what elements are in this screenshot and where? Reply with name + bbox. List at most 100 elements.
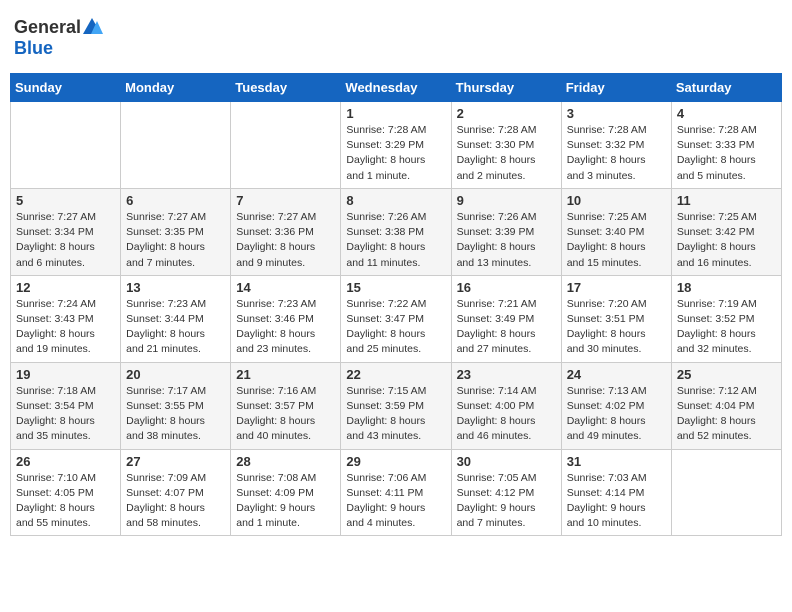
calendar-cell: 31 Sunrise: 7:03 AMSunset: 4:14 PMDayligh… (561, 449, 671, 536)
day-info: Sunrise: 7:18 AMSunset: 3:54 PMDaylight:… (16, 384, 115, 445)
day-number: 7 (236, 193, 335, 208)
day-info: Sunrise: 7:20 AMSunset: 3:51 PMDaylight:… (567, 297, 666, 358)
calendar-cell: 6 Sunrise: 7:27 AMSunset: 3:35 PMDaylight… (121, 188, 231, 275)
day-info: Sunrise: 7:23 AMSunset: 3:44 PMDaylight:… (126, 297, 225, 358)
logo-text-blue: Blue (14, 38, 53, 59)
day-info: Sunrise: 7:14 AMSunset: 4:00 PMDaylight:… (457, 384, 556, 445)
day-info: Sunrise: 7:12 AMSunset: 4:04 PMDaylight:… (677, 384, 776, 445)
calendar-cell: 5 Sunrise: 7:27 AMSunset: 3:34 PMDaylight… (11, 188, 121, 275)
day-info: Sunrise: 7:27 AMSunset: 3:35 PMDaylight:… (126, 210, 225, 271)
day-info: Sunrise: 7:25 AMSunset: 3:40 PMDaylight:… (567, 210, 666, 271)
day-number: 27 (126, 454, 225, 469)
header-monday: Monday (121, 74, 231, 102)
day-info: Sunrise: 7:28 AMSunset: 3:29 PMDaylight:… (346, 123, 445, 184)
calendar-cell: 9Sunrise: 7:26 AMSunset: 3:39 PMDaylight… (451, 188, 561, 275)
calendar-cell: 11 Sunrise: 7:25 AMSunset: 3:42 PMDayligh… (671, 188, 781, 275)
header-wednesday: Wednesday (341, 74, 451, 102)
calendar-cell (121, 102, 231, 189)
day-info: Sunrise: 7:17 AMSunset: 3:55 PMDaylight:… (126, 384, 225, 445)
day-number: 4 (677, 106, 776, 121)
day-info: Sunrise: 7:26 AMSunset: 3:38 PMDaylight:… (346, 210, 445, 271)
day-info: Sunrise: 7:16 AMSunset: 3:57 PMDaylight:… (236, 384, 335, 445)
calendar-cell: 1 Sunrise: 7:28 AMSunset: 3:29 PMDaylight… (341, 102, 451, 189)
calendar-header-row: SundayMondayTuesdayWednesdayThursdayFrid… (11, 74, 782, 102)
day-info: Sunrise: 7:21 AMSunset: 3:49 PMDaylight:… (457, 297, 556, 358)
day-info: Sunrise: 7:25 AMSunset: 3:42 PMDaylight:… (677, 210, 776, 271)
calendar-cell: 3 Sunrise: 7:28 AMSunset: 3:32 PMDaylight… (561, 102, 671, 189)
day-info: Sunrise: 7:27 AMSunset: 3:34 PMDaylight:… (16, 210, 115, 271)
day-info: Sunrise: 7:03 AMSunset: 4:14 PMDaylight:… (567, 471, 666, 532)
calendar-week-row: 19 Sunrise: 7:18 AMSunset: 3:54 PMDayligh… (11, 362, 782, 449)
calendar-cell: 2 Sunrise: 7:28 AMSunset: 3:30 PMDaylight… (451, 102, 561, 189)
day-number: 5 (16, 193, 115, 208)
calendar-cell: 21 Sunrise: 7:16 AMSunset: 3:57 PMDayligh… (231, 362, 341, 449)
day-info: Sunrise: 7:09 AMSunset: 4:07 PMDaylight:… (126, 471, 225, 532)
day-number: 11 (677, 193, 776, 208)
calendar-cell: 20 Sunrise: 7:17 AMSunset: 3:55 PMDayligh… (121, 362, 231, 449)
day-number: 22 (346, 367, 445, 382)
day-number: 19 (16, 367, 115, 382)
calendar-cell: 16 Sunrise: 7:21 AMSunset: 3:49 PMDayligh… (451, 275, 561, 362)
calendar-week-row: 26 Sunrise: 7:10 AMSunset: 4:05 PMDayligh… (11, 449, 782, 536)
day-number: 17 (567, 280, 666, 295)
day-number: 2 (457, 106, 556, 121)
calendar-cell: 17 Sunrise: 7:20 AMSunset: 3:51 PMDayligh… (561, 275, 671, 362)
day-info: Sunrise: 7:13 AMSunset: 4:02 PMDaylight:… (567, 384, 666, 445)
logo: GeneralBlue (14, 16, 103, 59)
calendar-cell: 10Sunrise: 7:25 AMSunset: 3:40 PMDayligh… (561, 188, 671, 275)
calendar-cell: 24 Sunrise: 7:13 AMSunset: 4:02 PMDayligh… (561, 362, 671, 449)
calendar-cell: 27 Sunrise: 7:09 AMSunset: 4:07 PMDayligh… (121, 449, 231, 536)
day-number: 24 (567, 367, 666, 382)
calendar-cell: 12Sunrise: 7:24 AMSunset: 3:43 PMDayligh… (11, 275, 121, 362)
day-number: 15 (346, 280, 445, 295)
day-number: 3 (567, 106, 666, 121)
calendar-cell: 13Sunrise: 7:23 AMSunset: 3:44 PMDayligh… (121, 275, 231, 362)
day-info: Sunrise: 7:05 AMSunset: 4:12 PMDaylight:… (457, 471, 556, 532)
calendar-cell: 7 Sunrise: 7:27 AMSunset: 3:36 PMDaylight… (231, 188, 341, 275)
day-number: 1 (346, 106, 445, 121)
calendar-cell: 8 Sunrise: 7:26 AMSunset: 3:38 PMDaylight… (341, 188, 451, 275)
calendar-cell: 29Sunrise: 7:06 AMSunset: 4:11 PMDayligh… (341, 449, 451, 536)
day-info: Sunrise: 7:28 AMSunset: 3:30 PMDaylight:… (457, 123, 556, 184)
day-number: 23 (457, 367, 556, 382)
day-info: Sunrise: 7:08 AMSunset: 4:09 PMDaylight:… (236, 471, 335, 532)
calendar-cell: 30 Sunrise: 7:05 AMSunset: 4:12 PMDayligh… (451, 449, 561, 536)
day-number: 20 (126, 367, 225, 382)
calendar-cell: 22Sunrise: 7:15 AMSunset: 3:59 PMDayligh… (341, 362, 451, 449)
day-number: 6 (126, 193, 225, 208)
day-number: 26 (16, 454, 115, 469)
header-saturday: Saturday (671, 74, 781, 102)
header-thursday: Thursday (451, 74, 561, 102)
calendar-cell: 23 Sunrise: 7:14 AMSunset: 4:00 PMDayligh… (451, 362, 561, 449)
day-info: Sunrise: 7:26 AMSunset: 3:39 PMDaylight:… (457, 210, 556, 271)
calendar-cell (671, 449, 781, 536)
day-info: Sunrise: 7:06 AMSunset: 4:11 PMDaylight:… (346, 471, 445, 532)
calendar-week-row: 12Sunrise: 7:24 AMSunset: 3:43 PMDayligh… (11, 275, 782, 362)
day-info: Sunrise: 7:10 AMSunset: 4:05 PMDaylight:… (16, 471, 115, 532)
calendar-cell: 14Sunrise: 7:23 AMSunset: 3:46 PMDayligh… (231, 275, 341, 362)
header-sunday: Sunday (11, 74, 121, 102)
day-number: 31 (567, 454, 666, 469)
calendar-cell: 26 Sunrise: 7:10 AMSunset: 4:05 PMDayligh… (11, 449, 121, 536)
header-friday: Friday (561, 74, 671, 102)
calendar-cell: 25 Sunrise: 7:12 AMSunset: 4:04 PMDayligh… (671, 362, 781, 449)
calendar-cell (231, 102, 341, 189)
day-number: 8 (346, 193, 445, 208)
calendar-table: SundayMondayTuesdayWednesdayThursdayFrid… (10, 73, 782, 536)
calendar-week-row: 5 Sunrise: 7:27 AMSunset: 3:34 PMDaylight… (11, 188, 782, 275)
day-number: 16 (457, 280, 556, 295)
page-header: GeneralBlue (10, 10, 782, 65)
day-info: Sunrise: 7:27 AMSunset: 3:36 PMDaylight:… (236, 210, 335, 271)
day-info: Sunrise: 7:28 AMSunset: 3:32 PMDaylight:… (567, 123, 666, 184)
calendar-cell: 4Sunrise: 7:28 AMSunset: 3:33 PMDaylight… (671, 102, 781, 189)
calendar-cell (11, 102, 121, 189)
day-number: 18 (677, 280, 776, 295)
day-info: Sunrise: 7:19 AMSunset: 3:52 PMDaylight:… (677, 297, 776, 358)
day-number: 25 (677, 367, 776, 382)
day-info: Sunrise: 7:23 AMSunset: 3:46 PMDaylight:… (236, 297, 335, 358)
day-number: 30 (457, 454, 556, 469)
header-tuesday: Tuesday (231, 74, 341, 102)
day-number: 28 (236, 454, 335, 469)
day-number: 21 (236, 367, 335, 382)
day-number: 12 (16, 280, 115, 295)
